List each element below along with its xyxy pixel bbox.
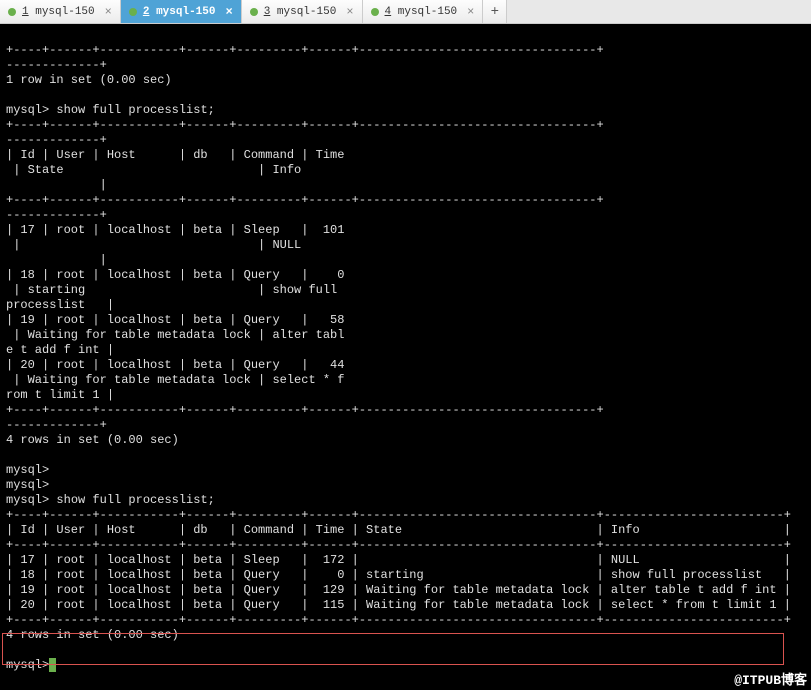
tab-number: 3 (264, 6, 271, 18)
tab-number: 2 (143, 6, 150, 18)
status-dot-icon (8, 8, 16, 16)
separator: +----+------+-----------+------+--------… (6, 118, 604, 132)
table-row: | 20 | root | localhost | beta | Query |… (6, 358, 344, 372)
table-header: | Id | User | Host | db | Command | Time (6, 148, 344, 162)
separator: -------------+ (6, 418, 107, 432)
row-count: 4 rows in set (0.00 sec) (6, 628, 179, 642)
status-dot-icon (129, 8, 137, 16)
table-header: | (6, 178, 107, 192)
row-count: 4 rows in set (0.00 sec) (6, 433, 179, 447)
prompt: mysql> (6, 103, 49, 117)
tab-3[interactable]: 3 mysql-150 × (242, 0, 363, 23)
table-row: | (6, 253, 107, 267)
separator: +----+------+-----------+------+--------… (6, 403, 604, 417)
watermark: @ITPUB博客 (734, 673, 807, 688)
tab-4[interactable]: 4 mysql-150 × (363, 0, 484, 23)
separator: +----+------+-----------+------+--------… (6, 193, 604, 207)
prompt: mysql> (6, 658, 49, 672)
tab-2[interactable]: 2 mysql-150 × (121, 0, 242, 23)
row-count: 1 row in set (0.00 sec) (6, 73, 172, 87)
table-row: | | NULL (6, 238, 301, 252)
separator: -------------+ (6, 58, 107, 72)
tab-number: 1 (22, 6, 29, 18)
separator: +----+------+-----------+------+--------… (6, 43, 604, 57)
table-row: | 19 | root | localhost | beta | Query |… (6, 583, 791, 597)
add-tab-button[interactable]: + (483, 0, 507, 23)
separator: +----+------+-----------+------+--------… (6, 508, 791, 522)
prompt: mysql> (6, 478, 49, 492)
tab-number: 4 (385, 6, 392, 18)
tab-label: mysql-150 (398, 6, 457, 18)
table-row: | 18 | root | localhost | beta | Query |… (6, 568, 791, 582)
separator: -------------+ (6, 133, 107, 147)
tab-label: mysql-150 (277, 6, 336, 18)
separator: +----+------+-----------+------+--------… (6, 613, 791, 627)
close-icon[interactable]: × (467, 5, 474, 19)
table-row: e t add f int | (6, 343, 114, 357)
table-row: | starting | show full (6, 283, 337, 297)
table-header: | Id | User | Host | db | Command | Time… (6, 523, 791, 537)
separator: -------------+ (6, 208, 107, 222)
table-row: | 18 | root | localhost | beta | Query |… (6, 268, 344, 282)
tab-1[interactable]: 1 mysql-150 × (0, 0, 121, 23)
table-row: | Waiting for table metadata lock | alte… (6, 328, 344, 342)
command: show full processlist; (56, 493, 214, 507)
table-row: processlist | (6, 298, 114, 312)
table-row: | 19 | root | localhost | beta | Query |… (6, 313, 344, 327)
tab-label: mysql-150 (35, 6, 94, 18)
separator: +----+------+-----------+------+--------… (6, 538, 791, 552)
table-row: | 17 | root | localhost | beta | Sleep |… (6, 553, 791, 567)
prompt: mysql> (6, 493, 49, 507)
prompt: mysql> (6, 463, 49, 477)
status-dot-icon (371, 8, 379, 16)
close-icon[interactable]: × (105, 5, 112, 19)
cursor-icon (49, 658, 56, 672)
table-row: | Waiting for table metadata lock | sele… (6, 373, 344, 387)
command: show full processlist; (56, 103, 214, 117)
close-icon[interactable]: × (346, 5, 353, 19)
tab-label: mysql-150 (156, 6, 215, 18)
table-row: | 20 | root | localhost | beta | Query |… (6, 598, 791, 612)
status-dot-icon (250, 8, 258, 16)
table-header: | State | Info (6, 163, 301, 177)
tab-bar: 1 mysql-150 × 2 mysql-150 × 3 mysql-150 … (0, 0, 811, 24)
table-row: | 17 | root | localhost | beta | Sleep |… (6, 223, 344, 237)
table-row: rom t limit 1 | (6, 388, 114, 402)
close-icon[interactable]: × (225, 5, 232, 19)
terminal-output[interactable]: +----+------+-----------+------+--------… (0, 24, 811, 690)
